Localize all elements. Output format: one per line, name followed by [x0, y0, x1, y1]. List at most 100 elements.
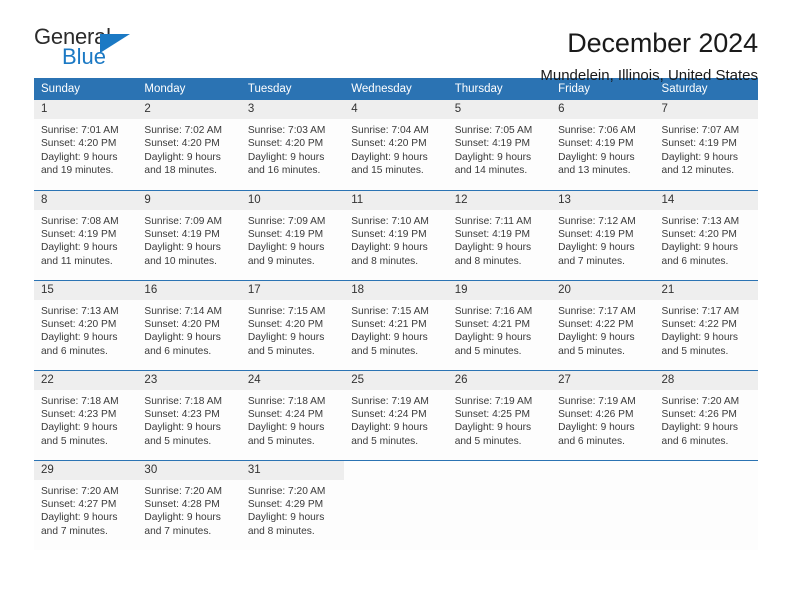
daylight-duration-line1: Daylight: 9 hours — [247, 332, 325, 344]
daylight-duration-line1: Daylight: 9 hours — [144, 242, 221, 254]
sunset-time: Sunset: 4:19 PM — [661, 138, 737, 150]
daylight-duration-line1: Daylight: 9 hours — [351, 422, 428, 434]
day-number: 22 — [34, 370, 138, 390]
day-number — [447, 460, 552, 480]
weekday-header-tuesday: Tuesday — [240, 78, 345, 100]
sunrise-time: Sunrise: 7:18 AM — [144, 395, 223, 407]
day-number: 6 — [551, 100, 655, 119]
daylight-duration-line2: and 5 minutes. — [351, 435, 419, 447]
calendar-day-cell[interactable]: 14 Sunrise: 7:13 AM Sunset: 4:20 PM Dayligh… — [654, 189, 758, 280]
daylight-duration-line1: Daylight: 9 hours — [661, 422, 738, 434]
calendar-day-cell[interactable]: 10 Sunrise: 7:09 AM Sunset: 4:19 PM Dayligh… — [240, 189, 345, 280]
day-cell-inner — [551, 460, 655, 551]
title-block: December 2024 Mundelein, Illinois, Unite… — [540, 26, 758, 85]
daylight-duration-line1: Daylight: 9 hours — [247, 151, 325, 163]
day-cell-inner: 16 Sunrise: 7:14 AM Sunset: 4:20 PM Dayligh… — [137, 280, 241, 370]
sunrise-time: Sunrise: 7:06 AM — [558, 125, 636, 136]
day-cell-inner: 5 Sunrise: 7:05 AM Sunset: 4:19 PM Daylight… — [447, 100, 552, 190]
day-cell-inner — [344, 460, 448, 551]
day-cell-inner: 19 Sunrise: 7:16 AM Sunset: 4:21 PM Dayligh… — [447, 280, 552, 370]
calendar-day-cell[interactable]: 26 Sunrise: 7:19 AM Sunset: 4:25 PM Dayligh… — [447, 369, 552, 460]
sunrise-time: Sunrise: 7:05 AM — [454, 125, 533, 136]
calendar-day-cell[interactable]: 15 Sunrise: 7:13 AM Sunset: 4:20 PM Dayligh… — [34, 279, 138, 370]
calendar-day-cell[interactable]: 22 Sunrise: 7:18 AM Sunset: 4:23 PM Dayligh… — [34, 369, 138, 460]
day-number — [551, 460, 655, 480]
calendar-day-cell[interactable]: 12 Sunrise: 7:11 AM Sunset: 4:19 PM Dayligh… — [447, 189, 552, 280]
day-number: 16 — [137, 280, 241, 300]
calendar-empty-cell — [447, 459, 552, 551]
daylight-duration-line1: Daylight: 9 hours — [41, 332, 118, 344]
daylight-duration-line2: and 10 minutes. — [144, 255, 217, 267]
day-cell-inner — [447, 460, 552, 551]
daylight-duration-line1: Daylight: 9 hours — [454, 242, 532, 254]
sunset-time: Sunset: 4:21 PM — [454, 318, 531, 330]
daylight-duration-line1: Daylight: 9 hours — [558, 422, 635, 434]
calendar-day-cell[interactable]: 6 Sunrise: 7:06 AM Sunset: 4:19 PM Daylight… — [551, 100, 655, 190]
daylight-duration-line2: and 5 minutes. — [41, 435, 108, 447]
calendar-day-cell[interactable]: 25 Sunrise: 7:19 AM Sunset: 4:24 PM Dayligh… — [344, 369, 448, 460]
sunrise-sunset-calendar: Sunday Monday Tuesday Wednesday Thursday… — [34, 78, 758, 550]
day-number: 14 — [654, 190, 758, 210]
calendar-day-cell[interactable]: 1 Sunrise: 7:01 AM Sunset: 4:20 PM Daylight… — [34, 100, 138, 190]
sunrise-time: Sunrise: 7:15 AM — [247, 305, 326, 317]
calendar-day-cell[interactable]: 16 Sunrise: 7:14 AM Sunset: 4:20 PM Dayligh… — [137, 279, 241, 370]
sunrise-time: Sunrise: 7:18 AM — [247, 395, 326, 407]
sunrise-time: Sunrise: 7:12 AM — [558, 215, 636, 227]
daylight-duration-line2: and 19 minutes. — [41, 165, 114, 177]
daylight-duration-line1: Daylight: 9 hours — [558, 242, 635, 254]
day-cell-inner: 24 Sunrise: 7:18 AM Sunset: 4:24 PM Dayligh… — [240, 370, 345, 460]
day-cell-inner: 29 Sunrise: 7:20 AM Sunset: 4:27 PM Dayligh… — [34, 460, 138, 551]
calendar-day-cell[interactable]: 30 Sunrise: 7:20 AM Sunset: 4:28 PM Dayligh… — [137, 459, 241, 550]
day-cell-inner: 25 Sunrise: 7:19 AM Sunset: 4:24 PM Dayligh… — [344, 370, 448, 460]
daylight-duration-line1: Daylight: 9 hours — [661, 332, 738, 344]
calendar-day-cell[interactable]: 13 Sunrise: 7:12 AM Sunset: 4:19 PM Dayligh… — [551, 189, 655, 280]
day-number: 27 — [551, 370, 655, 390]
day-cell-inner: 6 Sunrise: 7:06 AM Sunset: 4:19 PM Daylight… — [551, 100, 655, 190]
calendar-day-cell[interactable]: 7 Sunrise: 7:07 AM Sunset: 4:19 PM Daylight… — [654, 100, 758, 190]
page-header: General Blue December 2024 Mundelein, Il… — [34, 0, 758, 85]
calendar-day-cell[interactable]: 24 Sunrise: 7:18 AM Sunset: 4:24 PM Dayligh… — [240, 369, 345, 460]
day-sun-info: Sunrise: 7:19 AM Sunset: 4:25 PM Daylight:… — [448, 390, 551, 449]
daylight-duration-line1: Daylight: 9 hours — [661, 151, 738, 163]
calendar-day-cell[interactable]: 23 Sunrise: 7:18 AM Sunset: 4:23 PM Dayligh… — [137, 369, 241, 460]
day-number: 9 — [137, 190, 241, 210]
sunrise-time: Sunrise: 7:20 AM — [661, 395, 740, 407]
day-cell-inner: 22 Sunrise: 7:18 AM Sunset: 4:23 PM Dayligh… — [34, 370, 138, 460]
calendar-day-cell[interactable]: 8 Sunrise: 7:08 AM Sunset: 4:19 PM Daylight… — [34, 189, 138, 280]
calendar-day-cell[interactable]: 31 Sunrise: 7:20 AM Sunset: 4:29 PM Dayligh… — [240, 459, 345, 550]
day-sun-info: Sunrise: 7:20 AM Sunset: 4:27 PM Daylight:… — [34, 480, 137, 539]
day-number: 29 — [34, 460, 138, 480]
calendar-day-cell[interactable]: 5 Sunrise: 7:05 AM Sunset: 4:19 PM Daylight… — [447, 100, 552, 190]
daylight-duration-line2: and 7 minutes. — [558, 255, 625, 267]
sunrise-time: Sunrise: 7:10 AM — [351, 215, 429, 227]
sunrise-time: Sunrise: 7:13 AM — [661, 215, 740, 227]
day-cell-inner: 2 Sunrise: 7:02 AM Sunset: 4:20 PM Daylight… — [137, 100, 241, 190]
calendar-day-cell[interactable]: 17 Sunrise: 7:15 AM Sunset: 4:20 PM Dayligh… — [240, 279, 345, 370]
sunset-time: Sunset: 4:26 PM — [661, 408, 737, 420]
day-number: 26 — [447, 370, 552, 390]
day-sun-info — [551, 480, 654, 485]
day-sun-info: Sunrise: 7:17 AM Sunset: 4:22 PM Daylight:… — [551, 300, 654, 359]
calendar-day-cell[interactable]: 19 Sunrise: 7:16 AM Sunset: 4:21 PM Dayligh… — [447, 279, 552, 370]
day-cell-inner: 17 Sunrise: 7:15 AM Sunset: 4:20 PM Dayligh… — [240, 280, 345, 370]
calendar-day-cell[interactable]: 18 Sunrise: 7:15 AM Sunset: 4:21 PM Dayligh… — [344, 279, 448, 370]
sunset-time: Sunset: 4:27 PM — [41, 498, 117, 510]
calendar-day-cell[interactable]: 29 Sunrise: 7:20 AM Sunset: 4:27 PM Dayligh… — [34, 459, 138, 551]
day-sun-info: Sunrise: 7:13 AM Sunset: 4:20 PM Daylight:… — [655, 210, 758, 269]
calendar-day-cell[interactable]: 3 Sunrise: 7:03 AM Sunset: 4:20 PM Daylight… — [240, 100, 345, 190]
calendar-day-cell[interactable]: 4 Sunrise: 7:04 AM Sunset: 4:20 PM Daylight… — [344, 100, 448, 190]
calendar-day-cell[interactable]: 11 Sunrise: 7:10 AM Sunset: 4:19 PM Dayligh… — [344, 189, 448, 280]
calendar-day-cell[interactable]: 27 Sunrise: 7:19 AM Sunset: 4:26 PM Dayligh… — [551, 369, 655, 460]
day-sun-info: Sunrise: 7:15 AM Sunset: 4:21 PM Daylight:… — [344, 300, 447, 359]
daylight-duration-line1: Daylight: 9 hours — [247, 242, 325, 254]
calendar-day-cell[interactable]: 20 Sunrise: 7:17 AM Sunset: 4:22 PM Dayligh… — [551, 279, 655, 370]
calendar-day-cell[interactable]: 21 Sunrise: 7:17 AM Sunset: 4:22 PM Dayligh… — [654, 279, 758, 370]
calendar-day-cell[interactable]: 9 Sunrise: 7:09 AM Sunset: 4:19 PM Daylight… — [137, 189, 241, 280]
blue-triangle-flag-icon — [100, 34, 130, 53]
brand-logo[interactable]: General Blue — [34, 26, 154, 74]
day-number: 8 — [34, 190, 138, 210]
day-number: 20 — [551, 280, 655, 300]
day-number: 23 — [137, 370, 241, 390]
calendar-day-cell[interactable]: 2 Sunrise: 7:02 AM Sunset: 4:20 PM Daylight… — [137, 100, 241, 190]
calendar-day-cell[interactable]: 28 Sunrise: 7:20 AM Sunset: 4:26 PM Dayligh… — [654, 369, 758, 460]
